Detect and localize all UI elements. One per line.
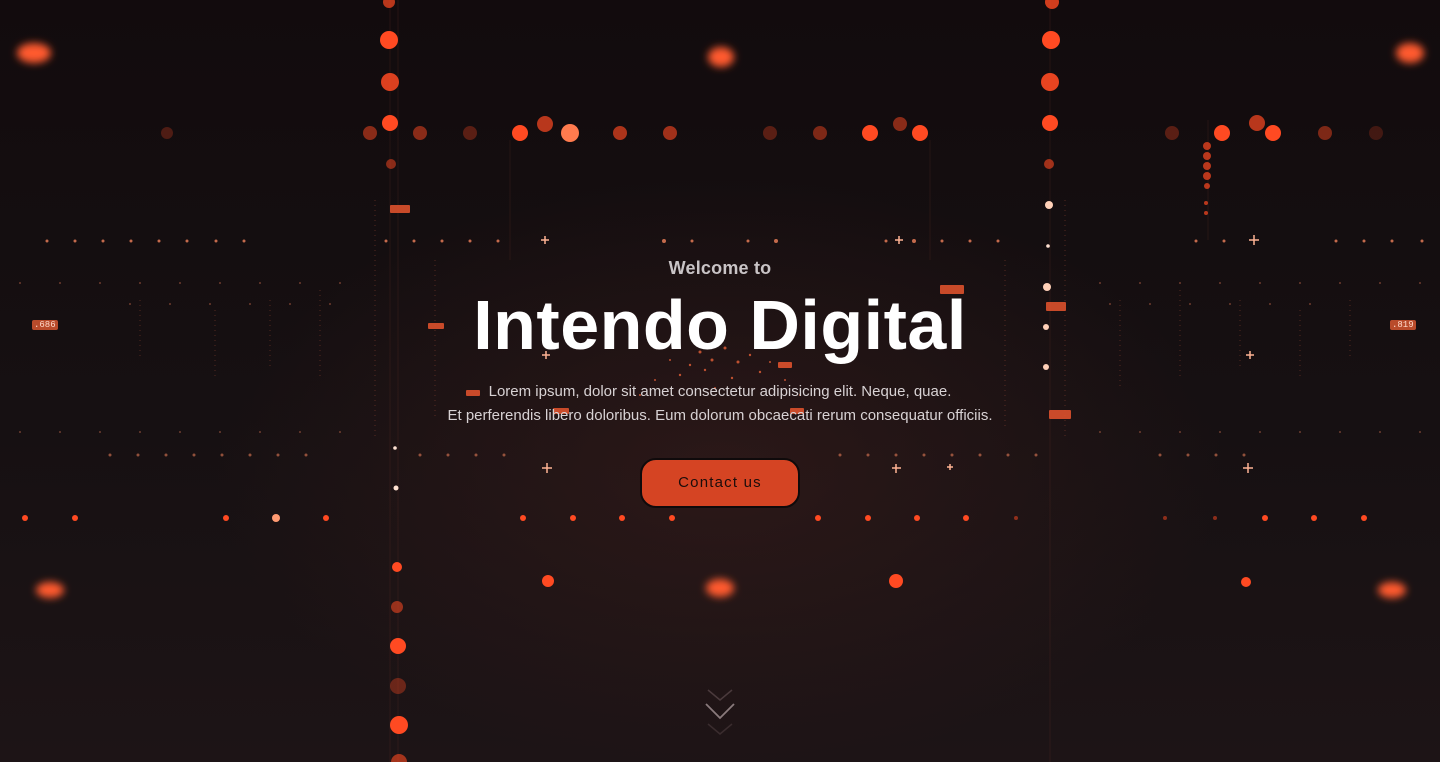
side-label-left: .686: [32, 320, 58, 330]
hero-subtitle: Lorem ipsum, dolor sit amet consectetur …: [0, 380, 1440, 428]
hero-subtitle-line-2: Et perferendis libero doloribus. Eum dol…: [447, 407, 993, 424]
chevron-down-icon[interactable]: [700, 684, 740, 744]
hero-subtitle-line-1: Lorem ipsum, dolor sit amet consectetur …: [488, 383, 952, 400]
hero-section: Welcome to Intendo Digital Lorem ipsum, …: [0, 0, 1440, 762]
hero-content: Welcome to Intendo Digital Lorem ipsum, …: [0, 0, 1440, 762]
hero-eyebrow: Welcome to: [668, 258, 772, 278]
hero-title: Intendo Digital: [473, 286, 967, 364]
side-label-right: .819: [1390, 320, 1416, 330]
contact-us-button[interactable]: Contact us: [640, 458, 800, 508]
